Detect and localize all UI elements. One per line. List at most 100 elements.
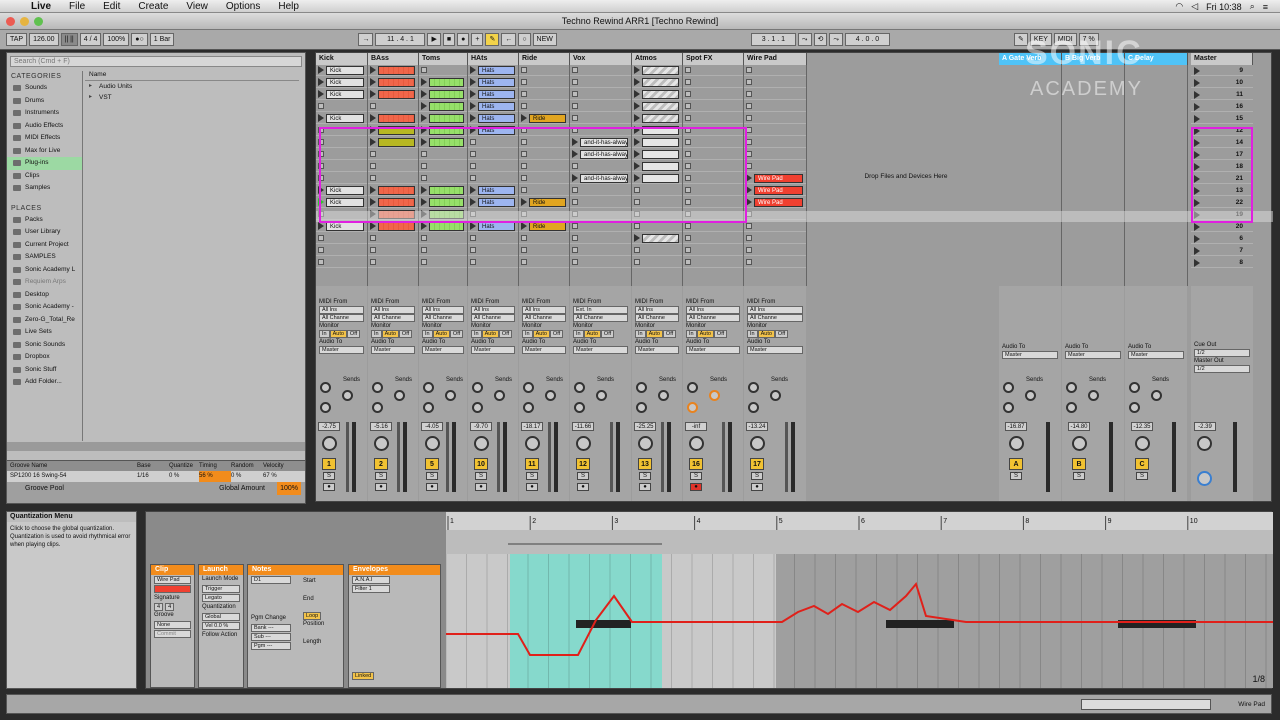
input-type-select[interactable]: All Ins bbox=[635, 306, 679, 314]
send-knob[interactable] bbox=[523, 382, 534, 393]
clip-stop-button[interactable] bbox=[370, 247, 376, 253]
clip-launch-icon[interactable] bbox=[470, 66, 476, 74]
monitor-auto-button[interactable]: Auto bbox=[329, 330, 347, 338]
output-select[interactable]: Master bbox=[747, 346, 803, 354]
clip[interactable]: Hats bbox=[478, 222, 515, 231]
clip-slot[interactable] bbox=[368, 233, 418, 244]
send-knob[interactable] bbox=[687, 382, 698, 393]
envelope-device-select[interactable]: A.N.A.I bbox=[352, 576, 390, 584]
envelope-editor-canvas[interactable]: 1 2 3 4 5 6 7 8 9 10 bbox=[445, 512, 1273, 688]
loop-start-field[interactable]: 3 . 1 . 1 bbox=[750, 33, 796, 46]
place-dropbox[interactable]: Dropbox bbox=[7, 351, 82, 364]
input-type-select[interactable]: All Ins bbox=[522, 306, 566, 314]
volume-field[interactable]: -16.87 bbox=[1005, 422, 1027, 431]
clip-slot[interactable] bbox=[632, 101, 682, 112]
clip-slot[interactable] bbox=[419, 233, 467, 244]
menu-edit[interactable]: Edit bbox=[94, 1, 129, 12]
clip-slot[interactable] bbox=[368, 77, 418, 88]
monitor-off-button[interactable]: Off bbox=[449, 330, 464, 338]
clip[interactable] bbox=[378, 90, 415, 99]
note-range-field[interactable]: D1 bbox=[251, 576, 291, 584]
scene-launch-button[interactable]: 11 bbox=[1191, 89, 1253, 100]
send-knob[interactable] bbox=[687, 402, 698, 413]
browser-search-input[interactable]: Search (Cmd + F) bbox=[10, 56, 302, 67]
send-knob[interactable] bbox=[1088, 390, 1099, 401]
clip-slot[interactable] bbox=[744, 113, 806, 124]
monitor-in-button[interactable]: In bbox=[319, 330, 330, 338]
volume-field[interactable]: -2.75 bbox=[318, 422, 340, 431]
clip-stop-button[interactable] bbox=[746, 91, 752, 97]
clip-launch-icon[interactable] bbox=[370, 90, 376, 98]
output-select[interactable]: Master bbox=[1065, 351, 1121, 359]
volume-field[interactable]: -11.66 bbox=[572, 422, 594, 431]
input-channel-select[interactable]: All Channe bbox=[319, 314, 364, 322]
input-type-select[interactable]: All Ins bbox=[686, 306, 740, 314]
send-knob[interactable] bbox=[342, 390, 353, 401]
clip-launch-icon[interactable] bbox=[318, 222, 324, 230]
clip-slot[interactable] bbox=[570, 101, 631, 112]
arm-button[interactable]: ● bbox=[323, 483, 335, 491]
clip-stop-button[interactable] bbox=[634, 247, 640, 253]
master-header[interactable]: Master bbox=[1191, 53, 1253, 65]
clip-stop-button[interactable] bbox=[521, 103, 527, 109]
clip-slot[interactable] bbox=[632, 257, 682, 268]
clip-slot[interactable] bbox=[368, 101, 418, 112]
midi-note[interactable] bbox=[886, 620, 954, 628]
master-pan-knob[interactable] bbox=[1197, 436, 1212, 451]
send-knob[interactable] bbox=[574, 382, 585, 393]
clip-slot[interactable] bbox=[744, 245, 806, 256]
menu-create[interactable]: Create bbox=[129, 1, 177, 12]
clip-slot[interactable]: Kick bbox=[316, 77, 367, 88]
clip[interactable]: Kick bbox=[326, 90, 364, 99]
scene-launch-button[interactable]: 10 bbox=[1191, 77, 1253, 88]
monitor-off-button[interactable]: Off bbox=[549, 330, 564, 338]
solo-button[interactable]: S bbox=[639, 472, 651, 480]
monitor-in-button[interactable]: In bbox=[471, 330, 482, 338]
clip-stop-button[interactable] bbox=[470, 259, 476, 265]
monitor-in-button[interactable]: In bbox=[635, 330, 646, 338]
pan-knob[interactable] bbox=[1135, 436, 1150, 451]
loop-switch-icon[interactable]: ⟲ bbox=[813, 33, 828, 46]
quantize-menu[interactable]: 1 Bar bbox=[149, 33, 175, 46]
arm-button[interactable]: ● bbox=[751, 483, 763, 491]
play-button[interactable]: ▶ bbox=[427, 33, 441, 46]
overview-strip[interactable] bbox=[1081, 699, 1211, 710]
track-activator-button[interactable]: 12 bbox=[576, 458, 590, 470]
clip-slot[interactable] bbox=[419, 65, 467, 76]
clip-slot[interactable] bbox=[570, 233, 631, 244]
track-activator-button[interactable]: 13 bbox=[638, 458, 652, 470]
send-knob[interactable] bbox=[770, 390, 781, 401]
browser-item-vst[interactable]: VST bbox=[85, 92, 299, 103]
clip[interactable]: Ride bbox=[529, 222, 566, 231]
envelopes-panel-title[interactable]: Envelopes bbox=[349, 565, 440, 575]
clip-slot[interactable] bbox=[316, 233, 367, 244]
quantization-select[interactable]: Global bbox=[202, 613, 240, 621]
solo-button[interactable]: S bbox=[526, 472, 538, 480]
clip-slot[interactable] bbox=[683, 257, 743, 268]
stop-button[interactable]: ■ bbox=[442, 33, 456, 46]
output-select[interactable]: Master bbox=[1002, 351, 1058, 359]
clip[interactable] bbox=[642, 114, 679, 123]
pan-knob[interactable] bbox=[750, 436, 765, 451]
clip[interactable]: Ride bbox=[529, 114, 566, 123]
output-select[interactable]: Master bbox=[471, 346, 515, 354]
pan-knob[interactable] bbox=[425, 436, 440, 451]
clip-slot[interactable] bbox=[419, 113, 467, 124]
clip[interactable] bbox=[378, 222, 415, 231]
clip-slot[interactable]: Hats bbox=[468, 65, 518, 76]
commit-button[interactable]: Commit bbox=[154, 630, 191, 638]
output-select[interactable]: Master bbox=[422, 346, 464, 354]
clip[interactable] bbox=[642, 90, 679, 99]
pgm-field[interactable]: Pgm --- bbox=[251, 642, 291, 650]
clip[interactable]: Wire Pad bbox=[754, 174, 803, 183]
clip[interactable]: Kick bbox=[326, 114, 364, 123]
monitor-off-button[interactable]: Off bbox=[346, 330, 361, 338]
groove-row[interactable]: SP1200 16 Swing-54 1/16 0 % 56 % 0 % 67 … bbox=[7, 471, 305, 482]
clip[interactable]: Hats bbox=[478, 90, 515, 99]
clip-slot[interactable] bbox=[744, 221, 806, 232]
send-knob[interactable] bbox=[748, 382, 759, 393]
place-sonic-stuff[interactable]: Sonic Stuff bbox=[7, 364, 82, 377]
scene-play-icon[interactable] bbox=[1194, 259, 1200, 267]
category-plug-ins[interactable]: Plug-ins bbox=[7, 157, 82, 170]
monitor-in-button[interactable]: In bbox=[573, 330, 584, 338]
